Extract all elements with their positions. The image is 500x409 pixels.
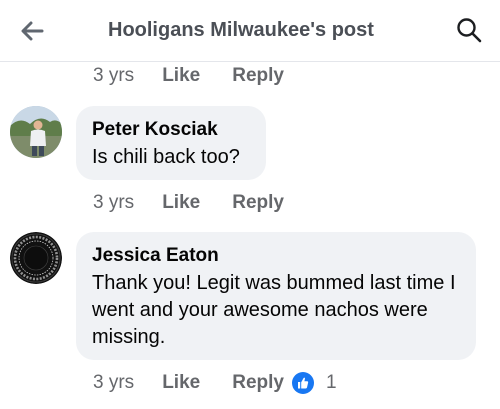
- reaction-count: 1: [325, 372, 337, 393]
- like-button[interactable]: Like: [162, 372, 200, 394]
- arrow-left-icon: [21, 21, 44, 41]
- reaction-summary[interactable]: 1: [291, 372, 337, 394]
- comment-bubble: Jessica Eaton Thank you! Legit was bumme…: [76, 232, 476, 360]
- search-button[interactable]: [452, 13, 486, 47]
- search-icon: [457, 18, 482, 43]
- comment-time: 3 yrs: [93, 192, 135, 213]
- comment-actions: 3 yrs Like Reply: [93, 190, 284, 216]
- like-button[interactable]: Like: [162, 192, 200, 214]
- reply-button[interactable]: Reply: [232, 65, 284, 87]
- reply-button[interactable]: Reply: [232, 192, 284, 214]
- comment-time: 3 yrs: [93, 372, 135, 393]
- comment-text: Is chili back too?: [92, 146, 240, 168]
- comment-text: Thank you! Legit was bummed last time I …: [92, 272, 456, 348]
- back-button[interactable]: [14, 15, 50, 47]
- like-button[interactable]: Like: [162, 65, 200, 87]
- comment-author[interactable]: Jessica Eaton: [92, 244, 460, 268]
- page-title: Hooligans Milwaukee's post: [108, 19, 374, 41]
- post-header: Hooligans Milwaukee's post: [0, 0, 500, 62]
- reply-button[interactable]: Reply: [232, 372, 284, 394]
- comment-actions: 3 yrs Like Reply: [93, 63, 284, 89]
- like-reaction-icon: [291, 372, 314, 394]
- comment-time: 3 yrs: [93, 65, 135, 86]
- comment-bubble: Peter Kosciak Is chili back too?: [76, 106, 266, 180]
- avatar[interactable]: [10, 232, 62, 284]
- avatar[interactable]: [10, 106, 62, 158]
- comment-actions: 3 yrs Like Reply 1: [93, 370, 337, 396]
- comment-author[interactable]: Peter Kosciak: [92, 118, 250, 142]
